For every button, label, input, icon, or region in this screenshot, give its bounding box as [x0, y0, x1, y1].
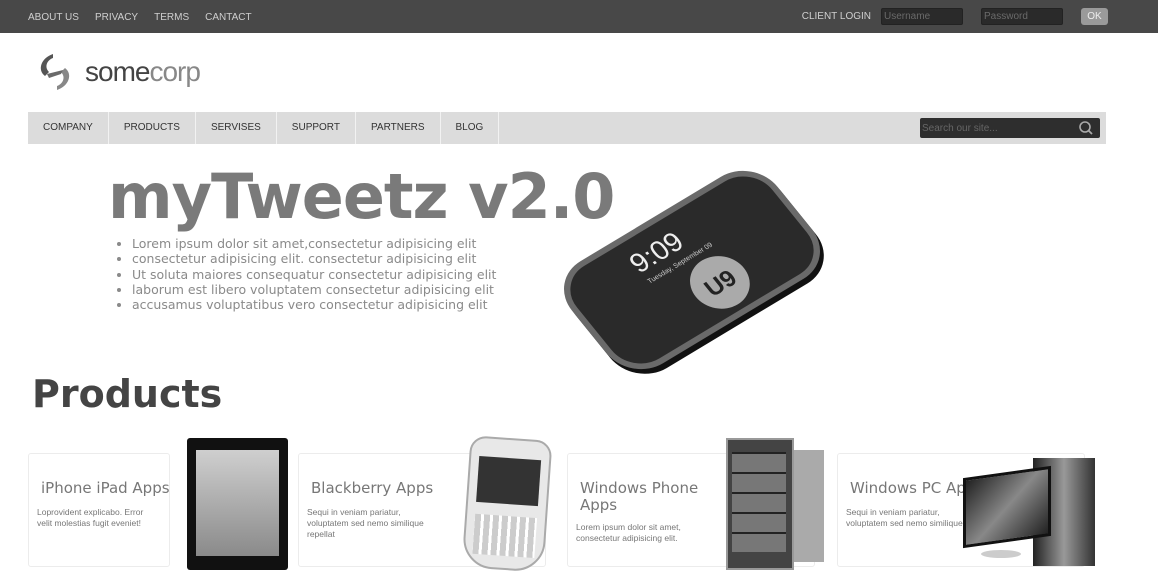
link-contact[interactable]: CANTACT	[205, 12, 251, 23]
login-ok-button[interactable]: OK	[1081, 8, 1108, 25]
logo-text: somecorp	[85, 56, 201, 87]
top-links: ABOUT US PRIVACY TERMS CANTACT	[28, 12, 252, 23]
hero-bullet: Ut soluta maiores consequatur consectetu…	[132, 267, 496, 282]
search-input[interactable]	[920, 122, 1078, 134]
nav-services[interactable]: SERVISES	[196, 112, 277, 144]
product-card-title: iPhone iPad Apps	[41, 479, 170, 497]
ipad-image	[187, 438, 288, 570]
product-card-title: Blackberry Apps	[311, 479, 434, 497]
top-bar: ABOUT US PRIVACY TERMS CANTACT CLIENT LO…	[0, 0, 1158, 33]
product-card-text: Lorem ipsum dolor sit amet, consectetur …	[576, 522, 681, 543]
hero-bullet: consectetur adipisicing elit. consectetu…	[132, 251, 496, 266]
nav-partners[interactable]: PARTNERS	[356, 112, 441, 144]
product-card-text: Sequi in veniam pariatur, voluptatem sed…	[846, 507, 963, 528]
username-input[interactable]	[881, 8, 963, 25]
logo[interactable]: somecorp	[35, 52, 201, 92]
windows-phone-image	[726, 438, 826, 570]
phone-time: 9:09	[623, 226, 690, 279]
nav-support[interactable]: SUPPORT	[277, 112, 356, 144]
logo-mark-icon	[40, 54, 70, 90]
nav-company[interactable]: COMPANY	[28, 112, 109, 144]
hero-bullets: Lorem ipsum dolor sit amet,consectetur a…	[132, 236, 496, 312]
nav-blog[interactable]: BLOG	[441, 112, 500, 144]
search-icon[interactable]	[1078, 120, 1094, 136]
nav-products[interactable]: PRODUCTS	[109, 112, 196, 144]
password-input[interactable]	[981, 8, 1063, 25]
products-heading: Products	[32, 372, 223, 416]
product-card-text: Sequi in veniam pariatur, voluptatem sed…	[307, 507, 424, 539]
hero-bullet: Lorem ipsum dolor sit amet,consectetur a…	[132, 236, 496, 251]
client-login-label: CLIENT LOGIN	[801, 11, 871, 22]
product-card-title: Windows Phone Apps	[580, 479, 699, 514]
product-card-iphone[interactable]: iPhone iPad Apps Loprovident explicabo. …	[28, 453, 170, 567]
client-login-form: CLIENT LOGIN OK	[802, 8, 1108, 25]
blackberry-image	[461, 435, 553, 573]
main-nav: COMPANY PRODUCTS SERVISES SUPPORT PARTNE…	[28, 112, 1106, 144]
hero-bullet: accusamus voluptatibus vero consectetur …	[132, 297, 496, 312]
link-terms[interactable]: TERMS	[154, 12, 189, 23]
link-about-us[interactable]: ABOUT US	[28, 12, 79, 23]
site-search	[920, 118, 1100, 138]
hero-title: myTweetz v2.0	[108, 160, 615, 233]
product-card-text: Loprovident explicabo. Error velit moles…	[37, 507, 144, 528]
hero-bullet: laborum est libero voluptatem consectetu…	[132, 282, 496, 297]
windows-pc-image	[963, 458, 1098, 568]
link-privacy[interactable]: PRIVACY	[95, 12, 138, 23]
